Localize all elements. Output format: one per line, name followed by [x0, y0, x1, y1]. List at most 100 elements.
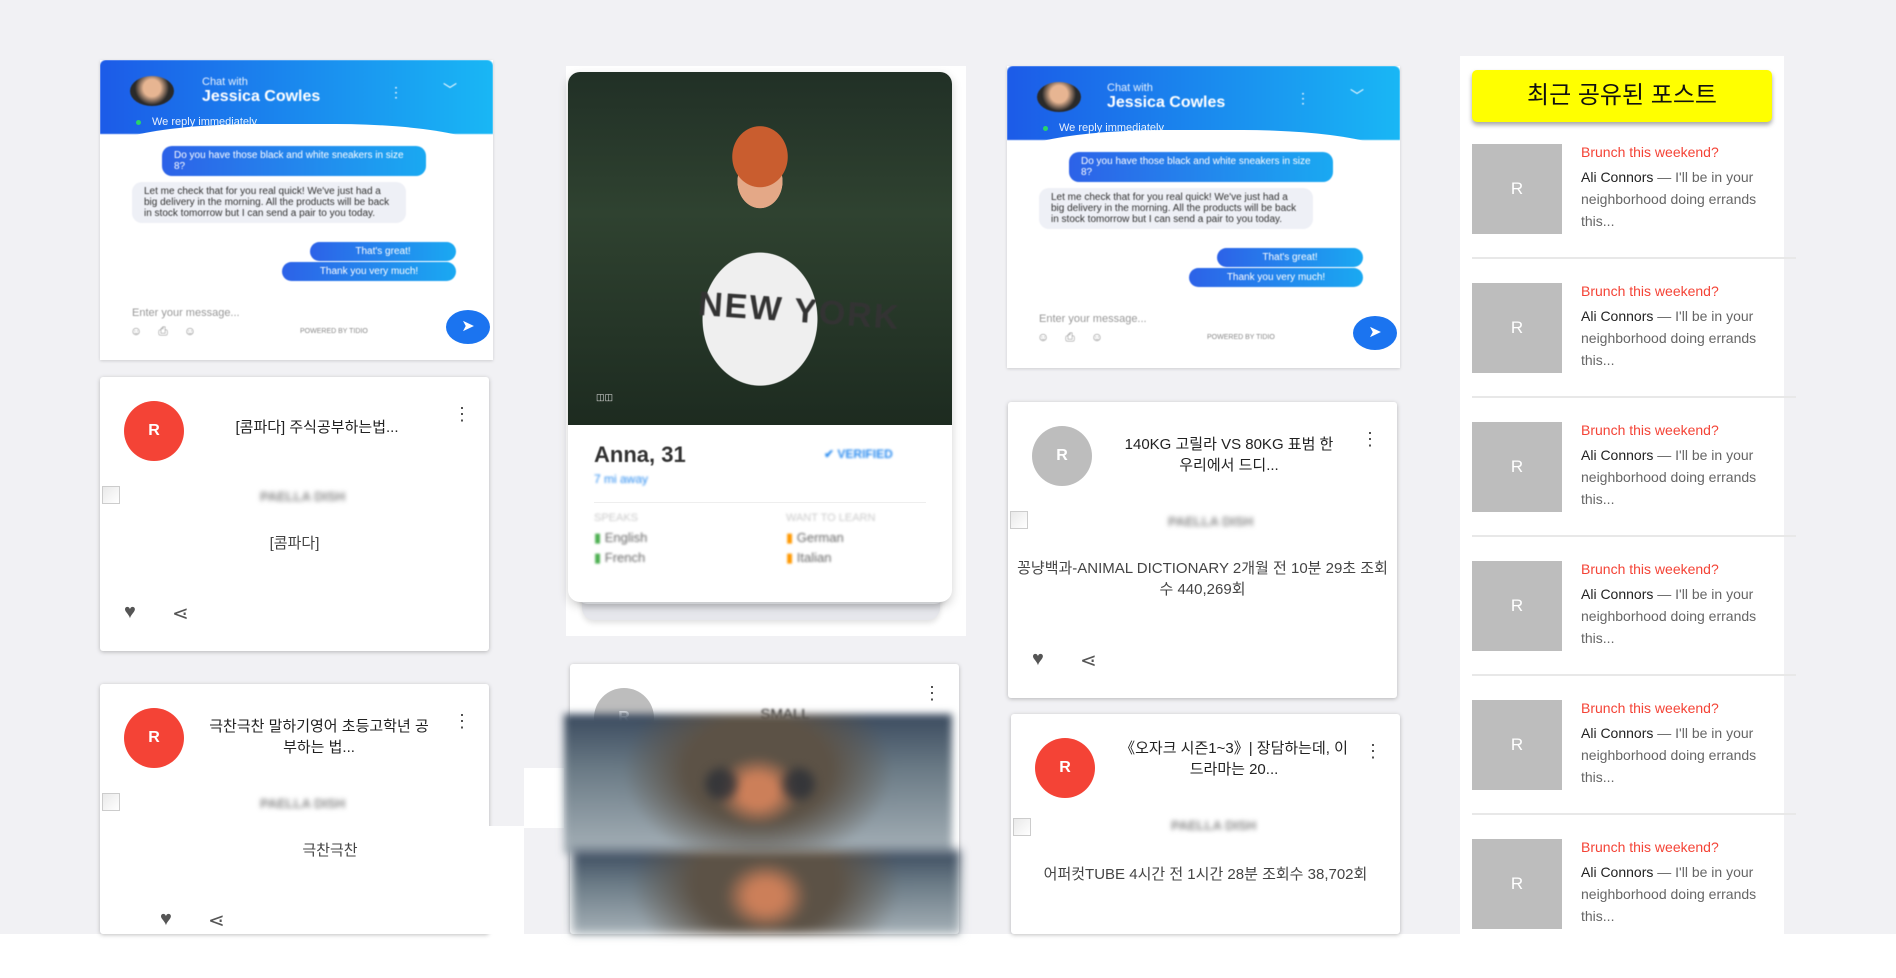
speaks-language: ▮ English [594, 530, 648, 545]
more-vert-icon[interactable]: ⋮ [1364, 742, 1382, 760]
message-customer: Do you have those black and white sneake… [1069, 152, 1333, 182]
list-item[interactable]: R Brunch this weekend? Ali Connors — I'l… [1472, 422, 1796, 561]
agent-avatar [1037, 82, 1081, 112]
list-item-body: Ali Connors — I'll be in your neighborho… [1581, 166, 1781, 232]
post-card-overlap: 극찬극찬 ♥ ⋖ [136, 826, 524, 934]
list-item-title: Brunch this weekend? [1581, 700, 1719, 716]
chevron-down-icon[interactable]: ﹀ [443, 80, 457, 100]
post-thumbnail: R [1472, 839, 1562, 929]
list-item[interactable]: R Brunch this weekend? Ali Connors — I'l… [1472, 561, 1796, 700]
list-item[interactable]: R Brunch this weekend? Ali Connors — I'l… [1472, 283, 1796, 422]
message-customer: That's great! [310, 242, 456, 261]
share-icon[interactable]: ⋖ [1080, 648, 1097, 673]
list-item-author: Ali Connors [1581, 447, 1654, 463]
learn-language: ▮ Italian [786, 550, 832, 565]
chat-widget[interactable]: Chat with Jessica Cowles ⋮ ﹀ We reply im… [1007, 66, 1400, 368]
share-icon[interactable]: ⋖ [172, 601, 189, 626]
more-vert-icon[interactable]: ⋮ [923, 684, 941, 702]
chat-tool-icons[interactable]: ☺⎙☺ [130, 324, 212, 339]
post-thumbnail: R [1472, 700, 1562, 790]
verified-icon: ✔ [824, 447, 838, 461]
post-card[interactable]: R [콤파다] 주식공부하는법... ⋮ PAELLA DISH [콤파다] ♥… [100, 377, 489, 651]
post-title[interactable]: 극찬극찬 말하기영어 초등고학년 공부하는 법... [204, 716, 434, 758]
send-icon[interactable]: ➤ [446, 310, 490, 344]
chat-message-input[interactable]: Enter your message... [132, 307, 240, 319]
agent-avatar [130, 76, 174, 106]
list-item-author: Ali Connors [1581, 586, 1654, 602]
divider [1472, 396, 1796, 398]
post-card[interactable]: R 140KG 고릴라 VS 80KG 표범 한 우리에서 드디... ⋮ PA… [1008, 402, 1397, 698]
chat-tool-icons[interactable]: ☺⎙☺ [1037, 330, 1119, 345]
post-title[interactable]: 140KG 고릴라 VS 80KG 표범 한 우리에서 드디... [1118, 434, 1340, 476]
profile-distance: 7 mi away [594, 472, 649, 486]
online-status-dot [136, 120, 141, 125]
list-item-title: Brunch this weekend? [1581, 561, 1719, 577]
post-thumbnail: R [1472, 144, 1562, 234]
avatar: R [124, 401, 184, 461]
divider [1472, 257, 1796, 259]
speaks-label: SPEAKS [594, 512, 639, 524]
binocular-image-lower [572, 850, 960, 934]
list-item[interactable]: R Brunch this weekend? Ali Connors — I'l… [1472, 839, 1796, 978]
broken-image-icon [1010, 511, 1028, 529]
list-item-author: Ali Connors [1581, 308, 1654, 324]
broken-image-icon [102, 793, 120, 811]
profile-card[interactable]: NEW YORK ◫◫ Anna, 31 7 mi away ✔ VERIFIE… [568, 72, 952, 602]
more-vert-icon[interactable]: ⋮ [1361, 430, 1379, 448]
shirt-text: NEW YORK [696, 284, 902, 338]
image-alt-text: PAELLA DISH [260, 796, 346, 811]
favorite-icon[interactable]: ♥ [1032, 648, 1044, 671]
recent-posts-header: 최근 공유된 포스트 [1472, 70, 1772, 122]
recent-posts-panel: 최근 공유된 포스트 R Brunch this weekend? Ali Co… [1460, 56, 1796, 934]
list-item-title: Brunch this weekend? [1581, 839, 1719, 855]
profile-name: Anna, 31 [594, 442, 686, 467]
message-customer: Thank you very much! [1189, 268, 1363, 287]
avatar: R [1032, 426, 1092, 486]
post-text: 어퍼컷TUBE 4시간 전 1시간 28분 조회수 38,702회 [1043, 866, 1368, 883]
broken-image-icon [1013, 818, 1031, 836]
post-title[interactable]: [콤파다] 주식공부하는법... [212, 417, 422, 438]
favorite-icon[interactable]: ♥ [160, 908, 172, 931]
message-customer: Do you have those black and white sneake… [162, 146, 426, 176]
learn-label: WANT TO LEARN [786, 512, 876, 524]
image-alt-text: PAELLA DISH [1171, 818, 1257, 833]
list-item[interactable]: R Brunch this weekend? Ali Connors — I'l… [1472, 144, 1796, 283]
speaks-language: ▮ French [594, 550, 646, 565]
list-item-body: Ali Connors — I'll be in your neighborho… [1581, 583, 1781, 649]
share-icon[interactable]: ⋖ [208, 908, 225, 933]
favorite-icon[interactable]: ♥ [124, 601, 136, 624]
list-item-title: Brunch this weekend? [1581, 144, 1719, 160]
divider [1472, 535, 1796, 537]
list-item-author: Ali Connors [1581, 864, 1654, 880]
post-thumbnail: R [1472, 561, 1562, 651]
chat-menu-icon[interactable]: ⋮ [1296, 90, 1310, 107]
message-customer: That's great! [1217, 248, 1363, 267]
post-card[interactable]: R 《오자크 시즌1~3》| 장담하는데, 이 드라마는 20... ⋮ PAE… [1011, 714, 1400, 934]
list-item-author: Ali Connors [1581, 725, 1654, 741]
more-vert-icon[interactable]: ⋮ [453, 405, 471, 423]
chat-menu-icon[interactable]: ⋮ [389, 84, 403, 101]
photo-label-icon: ◫◫ [596, 392, 614, 402]
chevron-down-icon[interactable]: ﹀ [1350, 86, 1364, 106]
verified-badge: ✔ VERIFIED [824, 447, 893, 461]
image-alt-text: PAELLA DISH [260, 489, 346, 504]
learn-language: ▮ German [786, 530, 844, 545]
agent-name: Jessica Cowles [202, 88, 321, 105]
post-thumbnail: R [1472, 422, 1562, 512]
powered-by: POWERED BY TIDIO [1207, 334, 1275, 341]
message-agent: Let me check that for you real quick! We… [132, 182, 406, 223]
list-item[interactable]: R Brunch this weekend? Ali Connors — I'l… [1472, 700, 1796, 839]
reply-status: We reply immediately [152, 116, 257, 128]
chat-widget[interactable]: Chat with Jessica Cowles ⋮ ﹀ We reply im… [100, 60, 493, 360]
message-customer: Thank you very much! [282, 262, 456, 281]
avatar: R [124, 708, 184, 768]
send-icon[interactable]: ➤ [1353, 316, 1397, 350]
powered-by: POWERED BY TIDIO [300, 328, 368, 335]
list-item-title: Brunch this weekend? [1581, 283, 1719, 299]
image-alt-text: PAELLA DISH [1168, 514, 1254, 529]
list-item-body: Ali Connors — I'll be in your neighborho… [1581, 861, 1781, 927]
list-item-body: Ali Connors — I'll be in your neighborho… [1581, 305, 1781, 371]
chat-message-input[interactable]: Enter your message... [1039, 313, 1147, 325]
post-title[interactable]: 《오자크 시즌1~3》| 장담하는데, 이 드라마는 20... [1119, 738, 1349, 780]
more-vert-icon[interactable]: ⋮ [453, 712, 471, 730]
